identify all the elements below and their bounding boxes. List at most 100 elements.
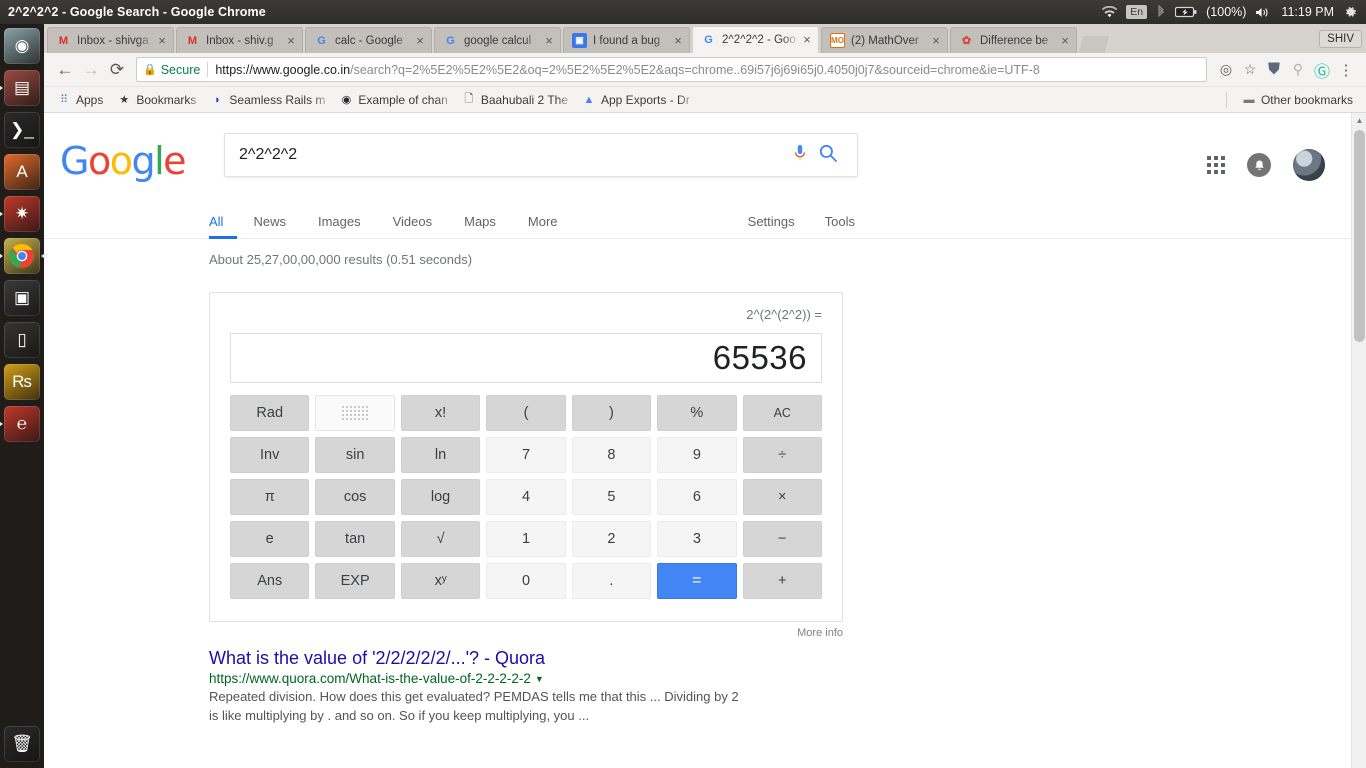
bluetooth-icon[interactable] [1156, 5, 1166, 19]
search-tab-all[interactable]: All [209, 205, 238, 239]
key-6[interactable]: 6 [657, 479, 737, 515]
key-9[interactable]: 9 [657, 437, 737, 473]
screenshot-icon[interactable]: ▣ [4, 280, 40, 316]
scroll-up-arrow[interactable]: ▲ [1352, 113, 1366, 128]
key-equals[interactable]: = [657, 563, 737, 599]
key-open-paren[interactable]: ( [486, 395, 566, 431]
key-4[interactable]: 4 [486, 479, 566, 515]
clock[interactable]: 11:19 PM [1281, 5, 1334, 19]
other-bookmarks-button[interactable]: ▬ Other bookmarks [1235, 91, 1360, 109]
key-1[interactable]: 1 [486, 521, 566, 557]
page-action-icon[interactable]: ◎ [1214, 58, 1238, 82]
browser-tab[interactable]: Gcalc - Google × [305, 27, 432, 53]
key-minus[interactable]: − [742, 521, 822, 557]
key-5[interactable]: 5 [571, 479, 652, 515]
close-icon[interactable]: × [284, 34, 298, 48]
volume-icon[interactable] [1255, 6, 1272, 19]
microphone-icon[interactable] [787, 143, 813, 168]
key-log[interactable]: log [400, 479, 481, 515]
key-7[interactable]: 7 [486, 437, 566, 473]
vertical-scrollbar[interactable]: ▲ [1351, 113, 1366, 768]
close-icon[interactable]: × [671, 34, 685, 48]
key-exponent[interactable]: EXP [315, 563, 395, 599]
extension-icon[interactable]: ⚲ [1286, 58, 1310, 82]
search-settings-button[interactable]: Settings [748, 205, 809, 239]
bookmark-item[interactable]: ◗ Seamless Rails m [203, 91, 332, 109]
ubuntu-dash-icon[interactable]: ◉ [4, 28, 40, 64]
editor-icon[interactable]: ℮ [4, 406, 40, 442]
key-all-clear[interactable]: AC [742, 395, 822, 431]
key-rad[interactable]: Rad [230, 395, 310, 431]
trash-icon[interactable]: 🗑 [4, 726, 40, 762]
key-divide[interactable]: ÷ [742, 437, 822, 473]
battery-icon[interactable] [1175, 6, 1197, 18]
close-icon[interactable]: × [929, 34, 943, 48]
files-icon[interactable]: ▤ [4, 70, 40, 106]
key-0[interactable]: 0 [486, 563, 566, 599]
keyboard-layout-indicator[interactable]: En [1126, 5, 1148, 19]
key-tan[interactable]: tan [315, 521, 395, 557]
new-tab-button[interactable] [1078, 36, 1110, 53]
key-e[interactable]: e [230, 521, 310, 557]
bookmark-item[interactable]: 🗋 Baahubali 2 The [455, 91, 575, 109]
device-icon[interactable]: ▯ [4, 322, 40, 358]
google-search-box[interactable] [224, 133, 859, 177]
profile-button[interactable]: SHIV [1319, 29, 1362, 48]
software-center-icon[interactable]: A [4, 154, 40, 190]
key-factorial[interactable]: x! [400, 395, 481, 431]
three-dot-menu-icon[interactable]: ⋮ [1334, 58, 1358, 82]
calculator-display[interactable]: 65536 [230, 333, 822, 383]
search-input[interactable] [239, 146, 788, 164]
grammarly-icon[interactable]: Ⓖ [1310, 58, 1334, 82]
back-arrow-icon[interactable]: ← [52, 57, 78, 83]
key-close-paren[interactable]: ) [571, 395, 652, 431]
close-icon[interactable]: × [413, 34, 427, 48]
star-icon[interactable]: ☆ [1238, 58, 1262, 82]
browser-tab[interactable]: MO (2) MathOver × [821, 27, 948, 53]
user-avatar[interactable] [1293, 149, 1325, 181]
shield-extension-icon[interactable]: ⛊ [1262, 58, 1286, 82]
close-icon[interactable]: × [542, 34, 556, 48]
search-tab-news[interactable]: News [237, 205, 302, 239]
google-chrome-icon[interactable] [4, 238, 40, 274]
key-ln[interactable]: ln [400, 437, 481, 473]
key-sqrt[interactable]: √ [400, 521, 481, 557]
browser-tab[interactable]: ▣ I found a bug × [563, 27, 690, 53]
system-settings-icon[interactable]: ✷ [4, 196, 40, 232]
search-tab-more[interactable]: More [512, 205, 574, 239]
google-logo[interactable]: Google [60, 139, 187, 183]
search-icon[interactable] [813, 143, 843, 168]
key-3[interactable]: 3 [657, 521, 737, 557]
browser-tab[interactable]: M Inbox - shivga × [47, 27, 174, 53]
key-plus[interactable]: + [742, 563, 822, 599]
search-tab-images[interactable]: Images [302, 205, 377, 239]
gear-icon[interactable] [1343, 5, 1358, 20]
bell-icon[interactable] [1247, 153, 1271, 177]
key-sin[interactable]: sin [315, 437, 395, 473]
key-pi[interactable]: π [230, 479, 310, 515]
rupee-coin-icon[interactable]: ₨ [4, 364, 40, 400]
wifi-icon[interactable] [1102, 5, 1118, 19]
close-icon[interactable]: × [1058, 34, 1072, 48]
address-bar[interactable]: 🔒 Secure https://www.google.co.in/search… [136, 57, 1207, 82]
search-tools-button[interactable]: Tools [809, 205, 871, 239]
key-multiply[interactable]: × [742, 479, 822, 515]
key-percent[interactable]: % [657, 395, 737, 431]
scrollbar-thumb[interactable] [1354, 130, 1365, 342]
key-2[interactable]: 2 [571, 521, 652, 557]
browser-tab[interactable]: Ggoogle calcul × [434, 27, 561, 53]
key-8[interactable]: 8 [571, 437, 652, 473]
bookmark-item[interactable]: ▲ App Exports - Dr [575, 91, 697, 109]
browser-tab[interactable]: G 2^2^2^2 - Goo × [692, 26, 819, 53]
key-inverse[interactable]: Inv [230, 437, 310, 473]
key-keyboard[interactable] [315, 395, 395, 431]
reload-icon[interactable]: ⟳ [104, 57, 130, 83]
key-power[interactable]: xʸ [400, 563, 481, 599]
search-tab-maps[interactable]: Maps [448, 205, 512, 239]
search-tab-videos[interactable]: Videos [377, 205, 449, 239]
browser-tab[interactable]: M Inbox - shiv.g × [176, 27, 303, 53]
key-decimal[interactable]: . [571, 563, 652, 599]
result-title-link[interactable]: What is the value of '2/2/2/2/2/...'? - … [209, 647, 744, 670]
bookmark-item[interactable]: ★ Bookmarks [110, 91, 203, 109]
browser-tab[interactable]: ✿ Difference be × [950, 27, 1077, 53]
